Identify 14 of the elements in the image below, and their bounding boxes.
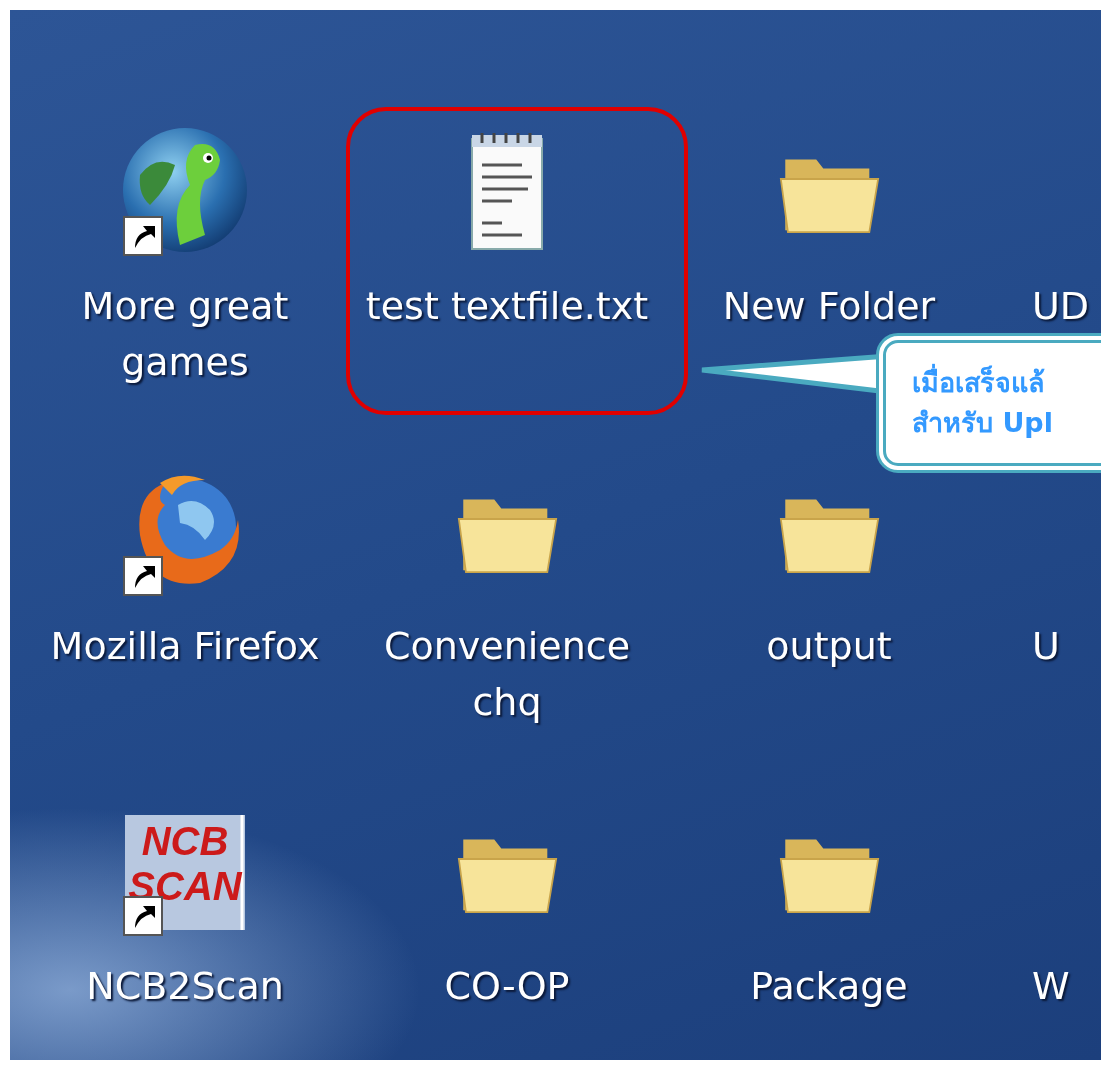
icon-label[interactable]: U <box>1032 618 1060 674</box>
icon-label[interactable]: Package <box>679 958 979 1014</box>
icon-label[interactable]: test textfile.txt <box>357 278 657 334</box>
icon-label[interactable]: More great games <box>35 278 335 390</box>
icon-label[interactable]: W <box>1032 958 1070 1014</box>
callout-text: สำหรับ Upl <box>912 406 1054 440</box>
icon-label[interactable]: output <box>679 618 979 674</box>
icon-label[interactable]: CO-OP <box>357 958 657 1014</box>
icon-label[interactable]: NCB2Scan <box>35 958 335 1014</box>
icon-label[interactable]: Mozilla Firefox <box>35 618 335 674</box>
icon-label[interactable]: UD <box>1032 278 1090 334</box>
callout-text: เมื่อเสร็จแล้ <box>912 363 1101 403</box>
icon-label[interactable]: Convenience chq <box>357 618 657 730</box>
icon-label[interactable]: New Folder <box>679 278 979 334</box>
